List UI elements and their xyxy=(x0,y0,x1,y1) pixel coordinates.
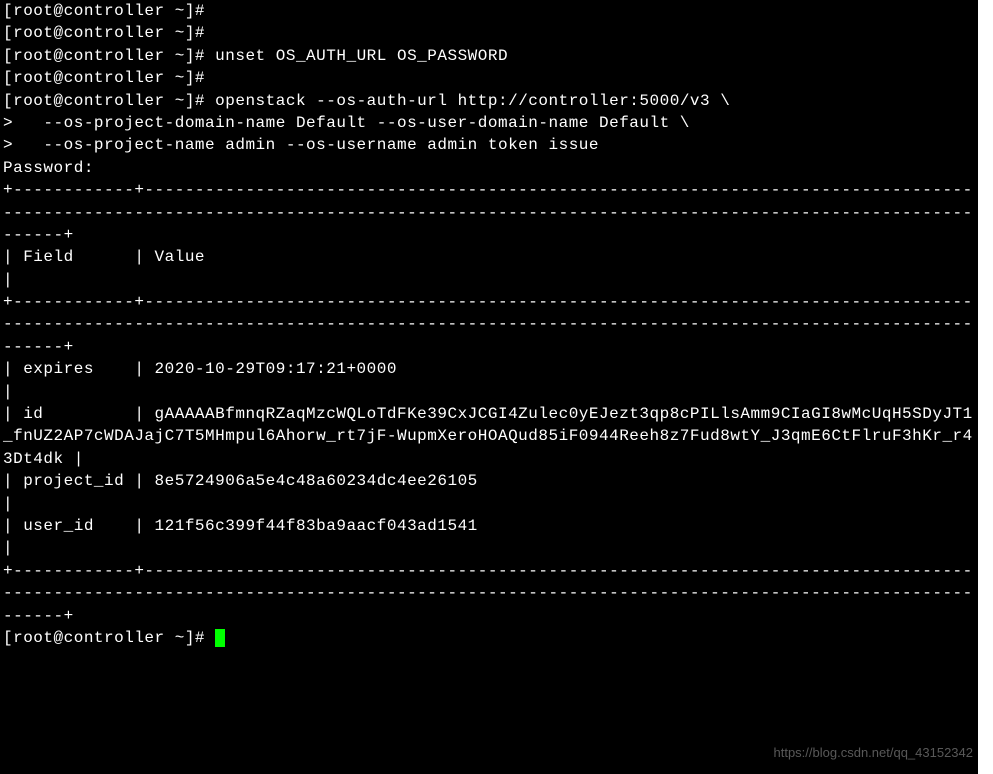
table-row-project-id: | project_id | 8e5724906a5e4c48a60234dc4… xyxy=(3,470,975,515)
table-border: +------------+--------------------------… xyxy=(3,291,975,358)
shell-prompt: [root@controller ~]# xyxy=(3,629,215,647)
shell-prompt: [root@controller ~]# xyxy=(3,92,205,110)
shell-prompt: [root@controller ~]# xyxy=(3,47,205,65)
prompt-line: [root@controller ~]# xyxy=(3,67,975,89)
prompt-line: [root@controller ~]# xyxy=(3,0,975,22)
table-row-id: | id | gAAAAABfmnqRZaqMzcWQLoTdFKe39CxJC… xyxy=(3,403,975,470)
active-prompt-line[interactable]: [root@controller ~]# xyxy=(3,627,975,649)
command-continuation: > --os-project-name admin --os-username … xyxy=(3,134,975,156)
cursor-icon xyxy=(215,629,225,647)
prompt-line: [root@controller ~]# xyxy=(3,22,975,44)
watermark-text: https://blog.csdn.net/qq_43152342 xyxy=(774,744,974,762)
command-continuation: > --os-project-domain-name Default --os-… xyxy=(3,112,975,134)
table-border: +------------+--------------------------… xyxy=(3,560,975,627)
table-row-user-id: | user_id | 121f56c399f44f83ba9aacf043ad… xyxy=(3,515,975,560)
command-line: [root@controller ~]# openstack --os-auth… xyxy=(3,90,975,112)
shell-prompt: [root@controller ~]# xyxy=(3,2,205,20)
command-text: unset OS_AUTH_URL OS_PASSWORD xyxy=(215,47,508,65)
password-prompt: Password: xyxy=(3,157,975,179)
shell-prompt: [root@controller ~]# xyxy=(3,24,205,42)
table-row-expires: | expires | 2020-10-29T09:17:21+0000 | xyxy=(3,358,975,403)
table-border: +------------+--------------------------… xyxy=(3,179,975,246)
command-text: openstack --os-auth-url http://controlle… xyxy=(215,92,730,110)
command-line: [root@controller ~]# unset OS_AUTH_URL O… xyxy=(3,45,975,67)
terminal-window[interactable]: [root@controller ~]#[root@controller ~]#… xyxy=(0,0,978,774)
table-header: | Field | Value | xyxy=(3,246,975,291)
shell-prompt: [root@controller ~]# xyxy=(3,69,205,87)
